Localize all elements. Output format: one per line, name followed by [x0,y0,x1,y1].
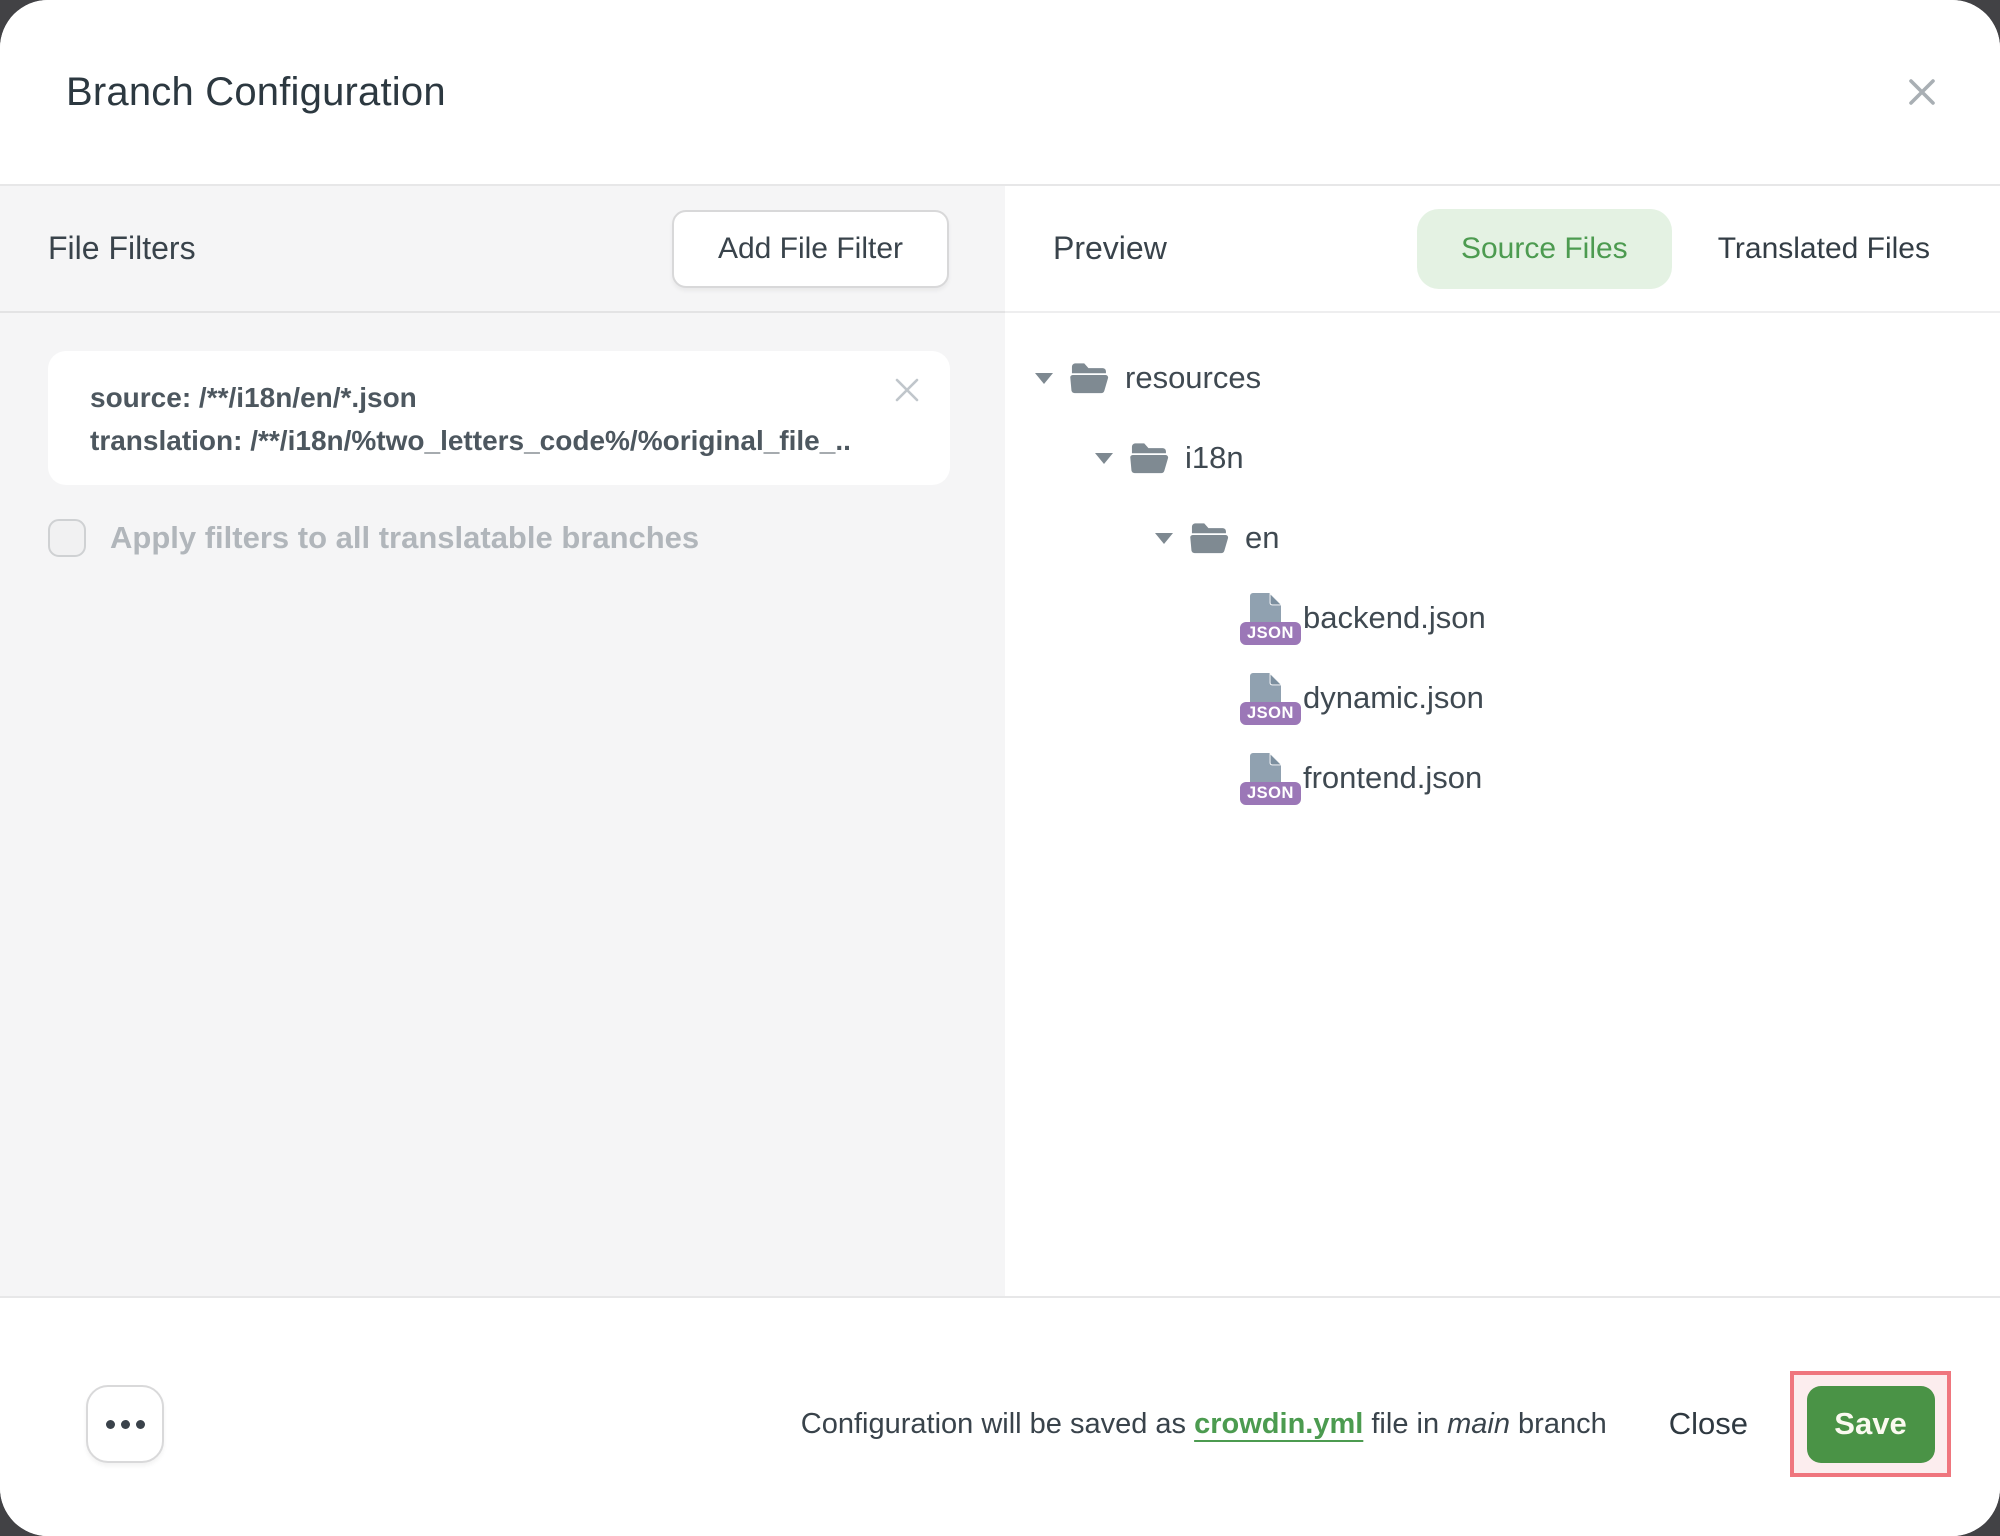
file-filters-list: source: /**/i18n/en/*.json translation: … [0,313,1005,557]
modal-body: File Filters Add File Filter source: /**… [0,186,2000,1296]
close-icon[interactable] [1900,70,1944,114]
tab-translated-files[interactable]: Translated Files [1718,232,1930,266]
json-badge: JSON [1240,702,1301,726]
tree-item-backend-json[interactable]: JSONbackend.json [1035,578,2000,658]
filter-translation-pattern: translation: /**/i18n/%two_letters_code%… [90,419,850,462]
apply-filters-checkbox[interactable] [48,519,86,557]
preview-title: Preview [1053,230,1167,267]
tab-source-files[interactable]: Source Files [1417,209,1672,289]
branch-configuration-modal: Branch Configuration File Filters Add Fi… [0,0,2000,1536]
tree-item-resources[interactable]: resources [1035,338,2000,418]
preview-header: Preview Source Files Translated Files [1005,186,2000,313]
save-button-highlight: Save [1790,1371,1951,1477]
save-note: Configuration will be saved as crowdin.y… [801,1408,1607,1441]
preview-panel: Preview Source Files Translated Files re… [1005,186,2000,1296]
ellipsis-icon [106,1420,115,1429]
chevron-down-icon[interactable] [1095,453,1113,464]
file-tree: resourcesi18nenJSONbackend.jsonJSONdynam… [1005,313,2000,818]
json-badge: JSON [1240,622,1301,646]
screen: Branch Configuration File Filters Add Fi… [0,0,2000,1536]
json-file-icon: JSON [1247,592,1287,644]
modal-header: Branch Configuration [0,0,2000,186]
apply-filters-label: Apply filters to all translatable branch… [110,520,699,556]
chevron-down-icon[interactable] [1155,533,1173,544]
tree-item-label: backend.json [1303,600,1486,636]
file-filter-card[interactable]: source: /**/i18n/en/*.json translation: … [48,351,950,485]
file-filters-header: File Filters Add File Filter [0,186,1005,313]
tree-item-label: frontend.json [1303,760,1482,796]
tree-item-dynamic-json[interactable]: JSONdynamic.json [1035,658,2000,738]
save-button[interactable]: Save [1807,1386,1935,1463]
close-button[interactable]: Close [1663,1405,1754,1443]
modal-footer: Configuration will be saved as crowdin.y… [0,1296,2000,1536]
json-badge: JSON [1240,782,1301,806]
chevron-down-icon[interactable] [1035,373,1053,384]
tree-item-label: i18n [1185,440,1244,476]
tree-item-label: dynamic.json [1303,680,1484,716]
file-filters-title: File Filters [48,230,196,267]
page-title: Branch Configuration [66,70,1900,115]
json-file-icon: JSON [1247,752,1287,804]
filter-source-pattern: source: /**/i18n/en/*.json [90,376,850,419]
tree-item-label: en [1245,520,1279,556]
json-file-icon: JSON [1247,672,1287,724]
preview-tabs: Source Files Translated Files [1417,209,1930,289]
crowdin-yml-link[interactable]: crowdin.yml [1194,1408,1363,1440]
tree-item-label: resources [1125,360,1261,396]
file-filters-panel: File Filters Add File Filter source: /**… [0,186,1005,1296]
folder-icon [1187,521,1229,555]
add-file-filter-button[interactable]: Add File Filter [672,210,949,288]
branch-name: main [1447,1408,1510,1440]
tree-item-frontend-json[interactable]: JSONfrontend.json [1035,738,2000,818]
apply-filters-row: Apply filters to all translatable branch… [48,519,950,557]
tree-item-en[interactable]: en [1035,498,2000,578]
tree-item-i18n[interactable]: i18n [1035,418,2000,498]
folder-icon [1127,441,1169,475]
more-options-button[interactable] [86,1385,164,1463]
folder-icon [1067,361,1109,395]
remove-filter-icon[interactable] [892,375,922,405]
